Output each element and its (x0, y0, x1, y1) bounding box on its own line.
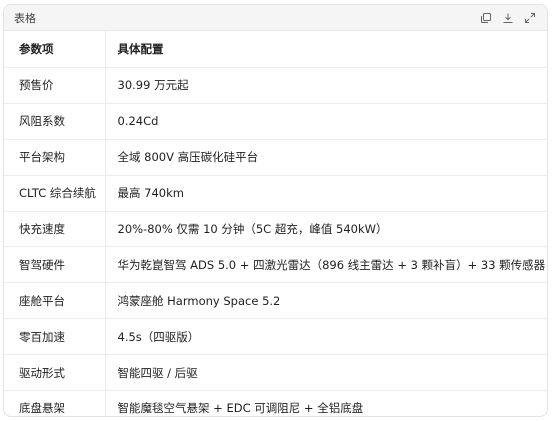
param-value-cell: 最高 740km (105, 175, 547, 212)
param-value-cell: 智能魔毯空气悬架 + EDC 可调阻尼 + 全铝底盘 (117, 401, 364, 416)
param-value-cell: 全域 800V 高压碳化硅平台 (105, 139, 547, 176)
table-row: CLTC 综合续航 最高 740km (4, 175, 547, 212)
param-value-cell: 华为乾崑智驾 ADS 5.0 + 四激光雷达（896 线主雷达 + 3 颗补盲）… (105, 246, 547, 284)
param-name-cell: 驱动形式 (4, 354, 106, 392)
table-row: 快充速度 20%-80% 仅需 10 分钟（5C 超充，峰值 540kW） (4, 211, 547, 248)
spec-table: 参数项 具体配置 预售价 30.99 万元起 风阻系数 0.24Cd 平台架构 全域 80… (4, 31, 547, 416)
param-name-cell: 平台架构 (4, 139, 106, 176)
param-name-cell: 底盘悬架 (4, 390, 106, 416)
param-name-cell: 预售价 (4, 67, 106, 104)
panel-header: 表格 (4, 5, 547, 31)
param-name-cell: 零百加速 (4, 318, 106, 356)
param-value-cell: 20%-80% 仅需 10 分钟（5C 超充，峰值 540kW） (105, 211, 547, 248)
param-value-cell: 4.5s（四驱版） (105, 318, 547, 356)
param-name-cell: CLTC 综合续航 (4, 175, 106, 212)
param-value-cell: 鸿蒙座舱 Harmony Space 5.2 (105, 282, 547, 320)
table-panel: 表格 参数项 具体配置 预售价 30.99 万元起 风阻系数 0.24Cd 平台… (3, 4, 548, 417)
panel-title: 表格 (14, 11, 36, 25)
param-name-cell: 快充速度 (4, 211, 106, 248)
table-row: 驱动形式 智能四驱 / 后驱 (4, 354, 547, 392)
param-value-cell: 30.99 万元起 (105, 67, 547, 104)
table-row: 座舱平台 鸿蒙座舱 Harmony Space 5.2 (4, 282, 547, 320)
column-header: 具体配置 (105, 31, 547, 68)
table-header-row: 参数项 具体配置 (4, 31, 547, 68)
expand-icon[interactable] (523, 11, 537, 25)
param-value-cell: 智能四驱 / 后驱 (105, 354, 547, 392)
copy-icon[interactable] (479, 11, 493, 25)
table-row: 风阻系数 0.24Cd (4, 103, 547, 140)
param-name-cell: 座舱平台 (4, 282, 106, 320)
param-name-cell: 风阻系数 (4, 103, 106, 140)
panel-actions (479, 11, 537, 25)
table-row: 底盘悬架 智能魔毯空气悬架 + EDC 可调阻尼 + 全铝底盘 (4, 390, 547, 416)
table-row: 平台架构 全域 800V 高压碳化硅平台 (4, 139, 547, 176)
table-row: 智驾硬件 华为乾崑智驾 ADS 5.0 + 四激光雷达（896 线主雷达 + 3 … (4, 246, 547, 284)
column-header: 参数项 (4, 31, 106, 68)
download-icon[interactable] (501, 11, 515, 25)
table-row: 预售价 30.99 万元起 (4, 67, 547, 104)
param-value-cell: 0.24Cd (105, 103, 547, 140)
table-row: 零百加速 4.5s（四驱版） (4, 318, 547, 356)
param-name-cell: 智驾硬件 (4, 246, 106, 284)
